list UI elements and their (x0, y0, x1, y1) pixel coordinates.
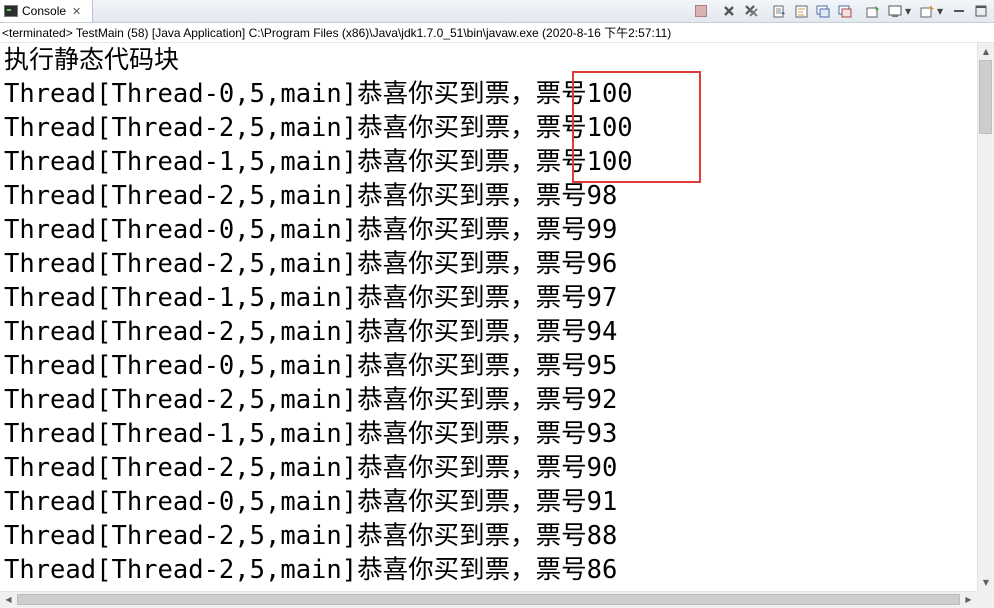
close-icon[interactable]: ✕ (72, 5, 81, 18)
console-heading-line: 执行静态代码块 (4, 45, 180, 74)
tab-console-label: Console (22, 4, 67, 18)
console-line: Thread[Thread-2,5,main]恭喜你买到票，票号90 (4, 453, 618, 483)
scroll-down-icon[interactable]: ▼ (978, 574, 994, 591)
console-line: Thread[Thread-0,5,main]恭喜你买到票，票号100 (4, 79, 633, 109)
console-output[interactable]: 执行静态代码块 Thread[Thread-0,5,main]恭喜你买到票，票号… (0, 43, 977, 591)
console-line: Thread[Thread-0,5,main]恭喜你买到票，票号91 (4, 487, 618, 517)
remove-launch-icon[interactable] (720, 2, 738, 20)
vertical-scroll-thumb[interactable] (979, 60, 992, 134)
console-line: Thread[Thread-2,5,main]恭喜你买到票，票号86 (4, 555, 618, 585)
console-line: Thread[Thread-1,5,main]恭喜你买到票，票号97 (4, 283, 618, 313)
console-line: Thread[Thread-1,5,main]恭喜你买到票，票号93 (4, 419, 618, 449)
console-toolbar: ▼ ▼ (688, 2, 990, 20)
tab-console[interactable]: Console ✕ (0, 0, 93, 22)
maximize-icon[interactable] (972, 2, 990, 20)
console-line: Thread[Thread-2,5,main]恭喜你买到票，票号100 (4, 113, 633, 143)
console-line: Thread[Thread-2,5,main]恭喜你买到票，票号92 (4, 385, 618, 415)
scrollbar-corner (977, 591, 994, 608)
horizontal-scrollbar[interactable]: ◀ ▶ (0, 591, 977, 608)
display-console-icon[interactable] (886, 2, 904, 20)
show-on-stderr-icon[interactable] (836, 2, 854, 20)
scroll-up-icon[interactable]: ▲ (978, 43, 994, 60)
remove-all-terminated-icon[interactable] (742, 2, 760, 20)
scroll-left-icon[interactable]: ◀ (0, 592, 17, 608)
console-line: Thread[Thread-2,5,main]恭喜你买到票，票号98 (4, 181, 618, 211)
console-line: Thread[Thread-2,5,main]恭喜你买到票，票号96 (4, 249, 618, 279)
show-on-stdout-icon[interactable] (814, 2, 832, 20)
chevron-down-icon[interactable]: ▼ (937, 7, 946, 16)
terminate-icon[interactable] (692, 2, 710, 20)
vertical-scrollbar[interactable]: ▲ ▼ (977, 43, 994, 591)
pin-console-icon[interactable] (864, 2, 882, 20)
console-line: Thread[Thread-1,5,main]恭喜你买到票，票号100 (4, 147, 633, 177)
chevron-down-icon[interactable]: ▼ (905, 7, 914, 16)
console-line: Thread[Thread-2,5,main]恭喜你买到票，票号94 (4, 317, 618, 347)
open-console-icon[interactable] (918, 2, 936, 20)
console-line: Thread[Thread-2,5,main]恭喜你买到票，票号88 (4, 521, 618, 551)
process-status-line: <terminated> TestMain (58) [Java Applica… (0, 23, 994, 43)
minimize-icon[interactable] (950, 2, 968, 20)
eclipse-console-view: Console ✕ ▼ ▼ <terminated> TestMain (58)… (0, 0, 994, 608)
console-tab-bar: Console ✕ ▼ ▼ (0, 0, 994, 23)
horizontal-scroll-thumb[interactable] (17, 594, 960, 605)
scroll-right-icon[interactable]: ▶ (960, 592, 977, 608)
word-wrap-icon[interactable] (792, 2, 810, 20)
console-line: Thread[Thread-0,5,main]恭喜你买到票，票号95 (4, 351, 618, 381)
console-icon (4, 5, 18, 17)
console-line: Thread[Thread-0,5,main]恭喜你买到票，票号99 (4, 215, 618, 245)
scroll-lock-icon[interactable] (770, 2, 788, 20)
